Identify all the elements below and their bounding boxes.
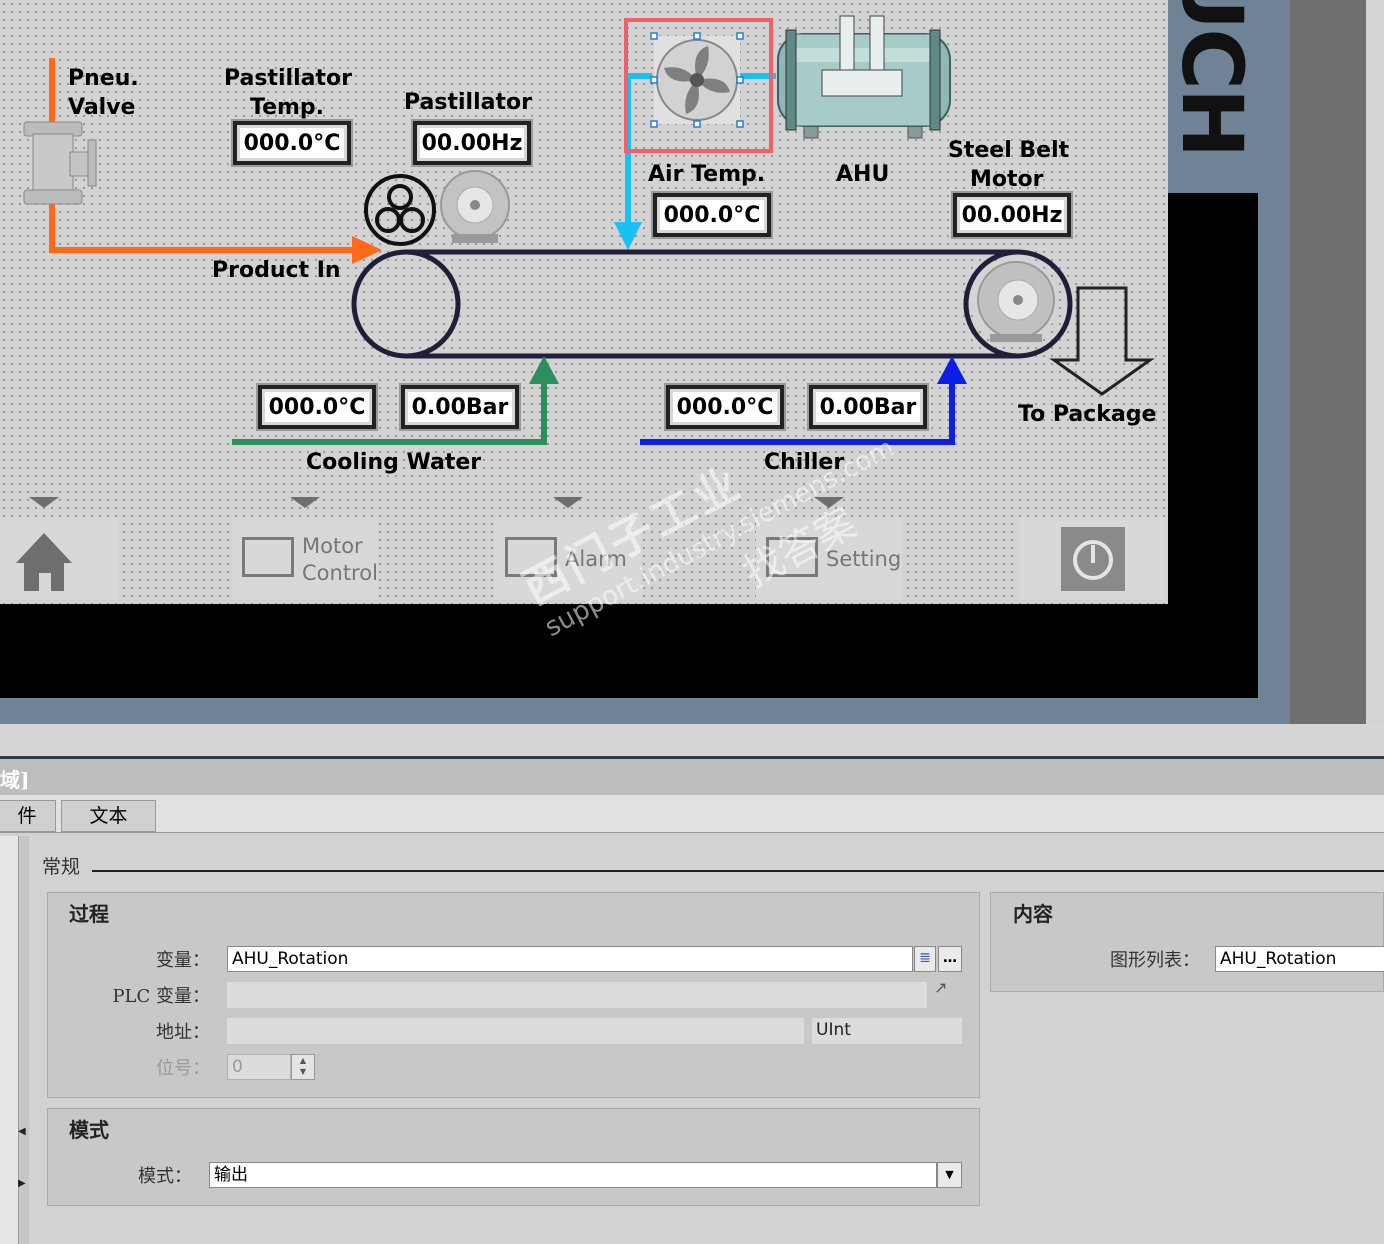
motor-control-label-1: Motor	[302, 534, 363, 558]
belt-motor-icon	[970, 257, 1058, 345]
process-graphics	[23, 15, 1155, 445]
mode-group-title: 模式	[69, 1118, 109, 1142]
fan-icon[interactable]	[624, 18, 773, 153]
air-temp-value: 000.0°C	[663, 202, 761, 228]
panel-brand-strip: UCH	[1163, 0, 1261, 193]
product-in-label: Product In	[212, 258, 341, 283]
bit-number-field[interactable]: 0	[227, 1054, 291, 1080]
air-temp-label: Air Temp.	[648, 162, 766, 187]
goto-arrow-icon[interactable]: ↗	[934, 978, 947, 997]
stepper-up-icon[interactable]: ▲	[292, 1055, 314, 1066]
ahu-label: AHU	[836, 162, 890, 187]
mode-label: 模式：	[138, 1166, 192, 1187]
cooling-water-pressure-value: 0.00Bar	[411, 394, 509, 420]
address-field[interactable]	[227, 1018, 804, 1044]
hmi-screen: Pneu. Valve Pastillator Temp. Pastillato…	[0, 0, 1168, 604]
graphic-list-field[interactable]: AHU_Rotation	[1215, 946, 1384, 972]
content-group-title: 内容	[1013, 902, 1053, 926]
properties-panel: 域] 件 文本 ◀ ▶ 常规 过程 变量： AHU_Rotation ≣ … P…	[0, 756, 1384, 1244]
pastillator-temp-value: 000.0°C	[243, 130, 341, 156]
graphic-list-label: 图形列表：	[1110, 950, 1200, 971]
address-label: 地址：	[156, 1022, 210, 1043]
chevron-down-icon[interactable]: ▼	[937, 1162, 962, 1188]
panel-edge	[1258, 0, 1290, 724]
editor-gap	[0, 724, 1384, 756]
pneu-valve-label-2: Valve	[68, 95, 136, 120]
cooling-water-label: Cooling Water	[306, 450, 482, 475]
plc-variable-field[interactable]	[227, 982, 927, 1008]
variable-label: 变量：	[156, 950, 210, 971]
list-icon[interactable]: ≣	[914, 946, 936, 972]
panel-edge-dark	[1290, 0, 1366, 724]
belt-motor-freq-value: 00.00Hz	[961, 202, 1063, 228]
tab-bar	[0, 795, 1384, 833]
plc-variable-label: PLC 变量：	[112, 986, 210, 1007]
tab-events[interactable]: 件	[0, 800, 56, 832]
variable-field[interactable]: AHU_Rotation	[227, 946, 913, 972]
belt-motor-freq-field[interactable]: 00.00Hz	[953, 193, 1071, 237]
chiller-temp-value: 000.0°C	[676, 394, 774, 420]
panel-header: 域]	[0, 759, 1384, 795]
cooling-water-pressure-field[interactable]: 0.00Bar	[401, 385, 519, 429]
steel-belt-label-1: Steel Belt	[948, 138, 1070, 163]
air-temp-field[interactable]: 000.0°C	[653, 193, 771, 237]
stepper-down-icon[interactable]: ▼	[292, 1066, 314, 1077]
pneumatic-valve-icon	[23, 121, 97, 205]
tab-text[interactable]: 文本	[61, 800, 156, 832]
pastillator-roller-icon	[364, 174, 436, 246]
pastillator-freq-field[interactable]: 00.00Hz	[413, 121, 531, 165]
section-rule	[92, 870, 1384, 872]
panel-title: 域]	[0, 768, 30, 792]
power-icon	[1061, 527, 1125, 591]
bit-stepper[interactable]: ▲ ▼	[291, 1054, 315, 1080]
pastillator-freq-label: Pastillator	[404, 90, 532, 115]
scroll-left-icon[interactable]: ◀	[18, 1126, 26, 1137]
chevron-down-icon	[290, 497, 320, 508]
section-general-title: 常规	[42, 856, 81, 878]
pastillator-freq-value: 00.00Hz	[421, 130, 523, 156]
pastillator-temp-field[interactable]: 000.0°C	[233, 121, 351, 165]
bit-label: 位号：	[156, 1058, 210, 1079]
motor-control-button[interactable]: Motor Control	[232, 517, 378, 600]
power-button[interactable]	[1019, 517, 1165, 600]
brand-text: UCH	[1163, 0, 1261, 157]
scroll-right-icon[interactable]: ▶	[18, 1178, 26, 1189]
mode-select[interactable]: 输出	[209, 1162, 937, 1188]
steel-belt-conveyor	[351, 249, 1073, 359]
nav-tree-strip	[0, 836, 18, 1244]
mode-group	[47, 1108, 980, 1206]
panel-frame-bottom	[0, 604, 1258, 698]
browse-button[interactable]: …	[938, 946, 962, 972]
steel-belt-label-2: Motor	[970, 167, 1044, 192]
home-button[interactable]	[0, 517, 118, 600]
cooling-water-temp-value: 000.0°C	[268, 394, 366, 420]
pneu-valve-label-1: Pneu.	[68, 66, 139, 91]
pastillator-motor-icon	[440, 170, 510, 243]
home-icon	[16, 533, 72, 591]
chevron-down-icon	[553, 497, 583, 508]
motor-control-label-2: Control	[302, 561, 378, 585]
process-group-title: 过程	[69, 902, 109, 926]
tab-underline	[0, 832, 1384, 833]
cooling-water-temp-field[interactable]: 000.0°C	[258, 385, 376, 429]
motor-control-icon	[242, 537, 294, 577]
ahu-tank-icon	[777, 15, 951, 139]
address-type-field: UInt	[812, 1018, 962, 1044]
pastillator-temp-label-1: Pastillator	[224, 66, 352, 91]
panel-edge-bottom	[0, 698, 1290, 724]
pastillator-temp-label-2: Temp.	[250, 95, 325, 120]
chevron-down-icon	[29, 497, 59, 508]
to-package-label: To Package	[1018, 402, 1157, 427]
